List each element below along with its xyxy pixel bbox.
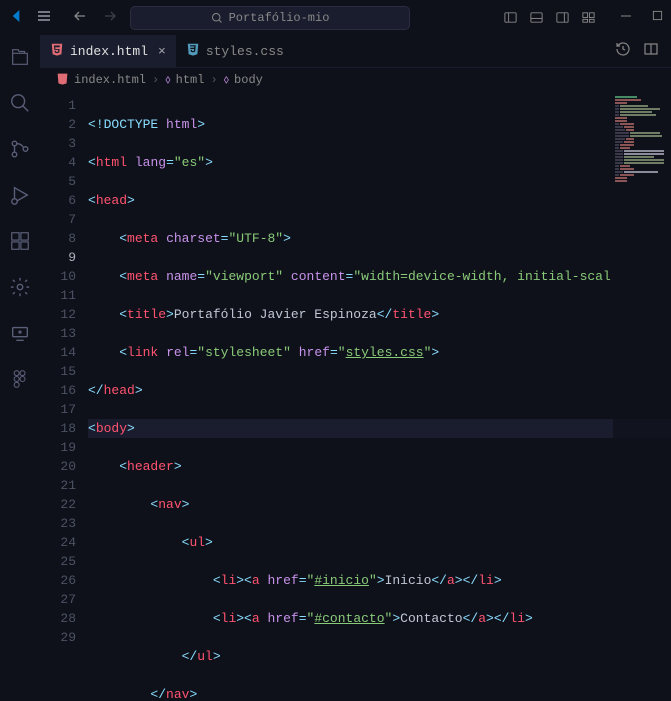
nav-back-icon[interactable]	[72, 8, 88, 28]
history-icon[interactable]	[615, 41, 631, 61]
editor-area[interactable]: 1234567891011121314151617181920212223242…	[40, 92, 671, 701]
tab-styles-css[interactable]: styles.css	[176, 35, 294, 67]
tabs-bar: index.html × styles.css	[40, 35, 671, 68]
nav-arrows	[72, 8, 118, 28]
layout-panel-bottom-icon[interactable]	[528, 10, 544, 26]
layout-panel-left-icon[interactable]	[502, 10, 518, 26]
chevron-right-icon: ›	[152, 73, 159, 87]
tab-label: index.html	[70, 44, 148, 59]
breadcrumb-item[interactable]: ⬨ html	[165, 73, 204, 87]
line-gutter: 1234567891011121314151617181920212223242…	[40, 92, 88, 701]
search-box[interactable]: Portafólio-mio	[130, 6, 410, 30]
tab-index-html[interactable]: index.html ×	[40, 35, 176, 67]
activity-bar	[0, 35, 40, 701]
explorer-icon[interactable]	[8, 45, 32, 69]
brackets-icon: ⬨	[165, 73, 170, 87]
search-icon	[211, 12, 223, 24]
maximize-icon[interactable]	[652, 10, 663, 26]
search-activity-icon[interactable]	[8, 91, 32, 115]
main-area: index.html × styles.css index.html › ⬨ h…	[40, 35, 671, 701]
split-icon[interactable]	[643, 41, 659, 61]
breadcrumb-item[interactable]: index.html	[56, 72, 146, 89]
breadcrumb-item[interactable]: ⬨ body	[224, 73, 263, 87]
minimize-icon[interactable]	[620, 10, 632, 26]
tabs-actions	[615, 35, 671, 67]
debug-icon[interactable]	[8, 183, 32, 207]
gear-icon[interactable]	[8, 275, 32, 299]
source-control-icon[interactable]	[8, 137, 32, 161]
extensions-icon[interactable]	[8, 229, 32, 253]
window-controls	[620, 10, 663, 26]
titlebar: Portafólio-mio	[0, 0, 671, 35]
tab-label: styles.css	[206, 44, 284, 59]
titlebar-left	[8, 8, 118, 28]
layout-customize-icon[interactable]	[580, 10, 596, 26]
vscode-logo-icon	[8, 8, 24, 28]
html-file-icon	[56, 72, 69, 89]
nav-forward-icon[interactable]	[102, 8, 118, 28]
layout-panel-right-icon[interactable]	[554, 10, 570, 26]
menu-icon[interactable]	[36, 8, 52, 28]
close-icon[interactable]: ×	[158, 44, 166, 59]
breadcrumb[interactable]: index.html › ⬨ html › ⬨ body	[40, 68, 671, 92]
search-text: Portafólio-mio	[229, 11, 330, 25]
html-file-icon	[50, 42, 64, 60]
brackets-icon: ⬨	[224, 73, 229, 87]
code-content[interactable]: <!DOCTYPE html> <html lang="es"> <head> …	[88, 92, 671, 701]
figma-icon[interactable]	[8, 367, 32, 391]
layout-icons	[502, 10, 596, 26]
chevron-right-icon: ›	[210, 73, 217, 87]
css-file-icon	[186, 42, 200, 60]
remote-icon[interactable]	[8, 321, 32, 345]
titlebar-right	[502, 10, 663, 26]
minimap[interactable]	[613, 92, 671, 701]
